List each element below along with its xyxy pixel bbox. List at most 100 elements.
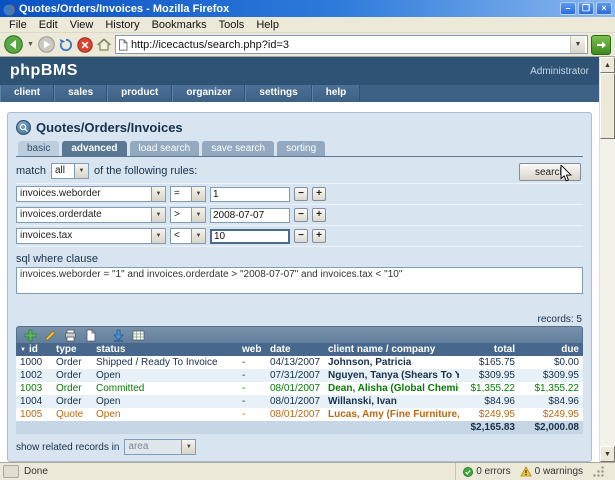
rule-value-input[interactable] xyxy=(210,186,290,202)
tab-load-search[interactable]: load search xyxy=(129,141,200,156)
status-panel-icon xyxy=(3,465,19,478)
reload-button[interactable] xyxy=(58,37,74,53)
warning-indicator[interactable]: 0 warnings xyxy=(519,466,583,477)
column-header-total[interactable]: total xyxy=(459,343,519,356)
match-select[interactable]: all ▼ xyxy=(50,163,89,179)
rule-field-select[interactable]: invoices.weborder ▼ xyxy=(16,186,166,202)
related-records-select[interactable]: area ▼ xyxy=(124,439,197,455)
print-icon[interactable] xyxy=(64,329,77,342)
menu-history[interactable]: History xyxy=(99,18,145,32)
forward-button[interactable] xyxy=(38,36,55,53)
rule-operator-select[interactable]: > ▼ xyxy=(170,207,206,223)
export-download-icon[interactable] xyxy=(112,329,125,342)
column-header-due[interactable]: due xyxy=(519,343,583,356)
scrollbar-thumb[interactable] xyxy=(600,73,615,139)
back-button[interactable] xyxy=(4,35,23,54)
cell-due: $249.95 xyxy=(519,408,583,421)
cell-date: 08/01/2007 xyxy=(266,395,324,408)
nav-item-product[interactable]: product xyxy=(107,85,173,102)
nav-item-client[interactable]: client xyxy=(0,85,55,102)
chevron-down-icon: ▼ xyxy=(191,229,205,243)
tab-save-search[interactable]: save search xyxy=(202,141,275,156)
cell-client[interactable]: Willanski, Ivan xyxy=(324,395,459,408)
cell-web: - xyxy=(238,395,266,408)
maximize-button[interactable]: ❐ xyxy=(578,2,594,15)
edit-pencil-icon[interactable] xyxy=(44,329,57,342)
rule-operator-select[interactable]: = ▼ xyxy=(170,186,206,202)
table-row[interactable]: 1000 Order Shipped / Ready To Invoice - … xyxy=(16,356,583,369)
remove-rule-button[interactable]: − xyxy=(294,208,308,222)
add-record-icon[interactable] xyxy=(24,329,37,342)
rule-value-input[interactable] xyxy=(210,228,290,244)
nav-item-organizer[interactable]: organizer xyxy=(172,85,246,102)
cell-total: $249.95 xyxy=(459,408,519,421)
column-header-web[interactable]: web xyxy=(238,343,266,356)
url-input[interactable] xyxy=(130,38,567,51)
rule-operator-select[interactable]: < ▼ xyxy=(170,228,206,244)
column-header-date[interactable]: date xyxy=(266,343,324,356)
rule-value-input[interactable] xyxy=(210,207,290,223)
back-dropdown-icon[interactable]: ▼ xyxy=(26,41,35,48)
menu-view[interactable]: View xyxy=(64,18,100,32)
remove-rule-button[interactable]: − xyxy=(294,187,308,201)
stop-button[interactable] xyxy=(77,36,93,53)
nav-item-sales[interactable]: sales xyxy=(54,85,108,102)
status-text: Done xyxy=(24,466,48,477)
chevron-down-icon: ▼ xyxy=(151,187,165,201)
column-header-client[interactable]: client name / company xyxy=(324,343,459,356)
scroll-up-icon[interactable]: ▲ xyxy=(600,57,615,73)
nav-item-help[interactable]: help xyxy=(311,85,361,102)
home-button[interactable] xyxy=(96,37,112,53)
column-header-type[interactable]: type xyxy=(52,343,92,356)
error-indicator[interactable]: 0 errors xyxy=(463,466,511,477)
remove-rule-button[interactable]: − xyxy=(294,229,308,243)
add-rule-button[interactable]: + xyxy=(312,208,326,222)
search-button[interactable]: search xyxy=(519,163,581,181)
menu-tools[interactable]: Tools xyxy=(213,18,251,32)
total-sum: $2,165.83 xyxy=(459,421,519,434)
cell-client[interactable]: Lucas, Amy (Fine Furniture, Inc.) xyxy=(324,408,459,421)
sql-where-textarea[interactable]: invoices.weborder = "1" and invoices.ord… xyxy=(16,267,583,294)
export-table-icon[interactable] xyxy=(132,329,145,342)
tab-basic[interactable]: basic xyxy=(18,141,60,156)
cell-due: $0.00 xyxy=(519,356,583,369)
resize-grip[interactable] xyxy=(592,465,605,478)
go-button[interactable] xyxy=(591,34,611,55)
menu-file[interactable]: File xyxy=(3,18,33,32)
url-dropdown-icon[interactable]: ▼ xyxy=(570,36,585,53)
vertical-scrollbar[interactable]: ▲ ▼ xyxy=(599,57,615,462)
menu-bookmarks[interactable]: Bookmarks xyxy=(146,18,213,32)
table-row[interactable]: 1002 Order Open - 07/31/2007 Nguyen, Tan… xyxy=(16,369,583,382)
minimize-button[interactable]: – xyxy=(560,2,576,15)
column-header-id[interactable]: ▼ id xyxy=(16,343,52,356)
close-button[interactable]: × xyxy=(596,2,612,15)
tab-advanced[interactable]: advanced xyxy=(62,141,127,156)
rule-field-select[interactable]: invoices.tax ▼ xyxy=(16,228,166,244)
cell-client[interactable]: Dean, Alisha (Global Chemical, Inc.) xyxy=(324,382,459,395)
rule-field-select[interactable]: invoices.orderdate ▼ xyxy=(16,207,166,223)
column-header-status[interactable]: status xyxy=(92,343,238,356)
cell-type: Order xyxy=(52,356,92,369)
add-rule-button[interactable]: + xyxy=(312,229,326,243)
search-tabs: basic advanced load search save search s… xyxy=(16,141,583,157)
browser-viewport: phpBMS Administrator client sales produc… xyxy=(0,57,615,462)
nav-item-settings[interactable]: settings xyxy=(245,85,312,102)
table-row[interactable]: 1005 Quote Open - 08/01/2007 Lucas, Amy … xyxy=(16,408,583,421)
rule-row: invoices.weborder▼ =▼ − + xyxy=(16,184,583,205)
cell-client[interactable]: Johnson, Patricia xyxy=(324,356,459,369)
table-row[interactable]: 1004 Order Open - 08/01/2007 Willanski, … xyxy=(16,395,583,408)
document-icon[interactable] xyxy=(84,329,97,342)
menu-edit[interactable]: Edit xyxy=(33,18,64,32)
table-row[interactable]: 1003 Order Committed - 08/01/2007 Dean, … xyxy=(16,382,583,395)
cell-id: 1003 xyxy=(16,382,52,395)
browser-window: Quotes/Orders/Invoices - Mozilla Firefox… xyxy=(0,0,615,480)
scroll-down-icon[interactable]: ▼ xyxy=(600,446,615,462)
tab-sorting[interactable]: sorting xyxy=(277,141,326,156)
menu-help[interactable]: Help xyxy=(250,18,285,32)
url-bar: ▼ xyxy=(114,35,588,54)
add-rule-button[interactable]: + xyxy=(312,187,326,201)
cell-client[interactable]: Nguyen, Tanya (Shears To You, LLC) xyxy=(324,369,459,382)
cell-total: $309.95 xyxy=(459,369,519,382)
records-count: records: 5 xyxy=(537,314,582,325)
chevron-down-icon: ▼ xyxy=(191,187,205,201)
